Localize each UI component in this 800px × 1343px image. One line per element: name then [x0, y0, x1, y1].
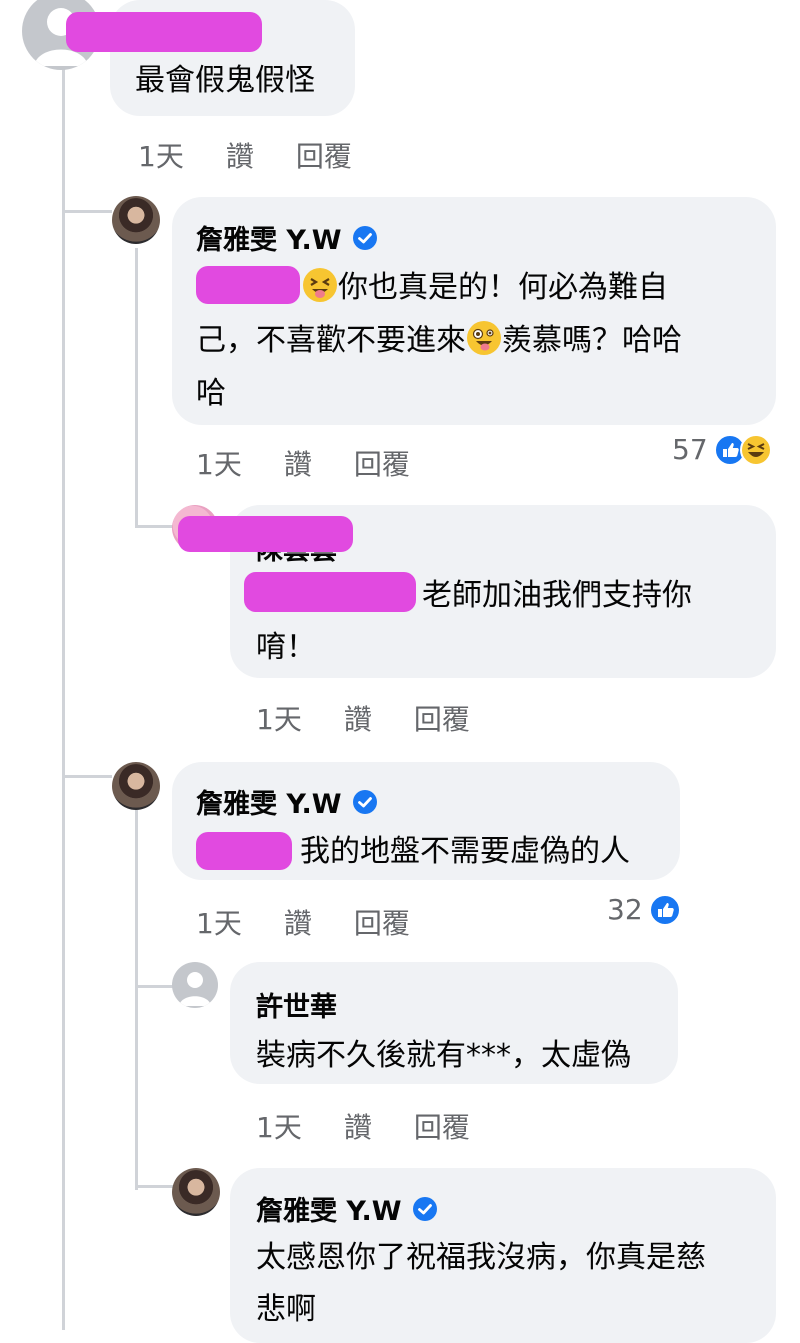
reply-button[interactable]: 回覆: [414, 1106, 470, 1146]
comment-author[interactable]: 詹雅雯 Y.W: [256, 1189, 438, 1228]
redaction-mark: [196, 832, 292, 870]
thread-branch-c3: [135, 525, 175, 528]
comment-text: 最會假鬼假怪: [135, 63, 315, 98]
timestamp[interactable]: 1天: [196, 443, 242, 483]
person-icon: [179, 972, 211, 1006]
zany-face-emoji-icon: [467, 321, 501, 355]
timestamp[interactable]: 1天: [138, 135, 184, 175]
like-reaction-icon: [648, 893, 681, 926]
like-button[interactable]: 讚: [284, 902, 312, 942]
reaction-summary[interactable]: 57: [672, 433, 772, 466]
comment-text-line: 己，不喜歡不要進來 羨慕嗎？哈哈: [196, 315, 682, 367]
reaction-count: 32: [607, 893, 643, 926]
like-button[interactable]: 讚: [344, 698, 372, 738]
timestamp[interactable]: 1天: [256, 1106, 302, 1146]
avatar[interactable]: [112, 196, 160, 244]
comment-meta: 1天 讚 回覆: [256, 698, 470, 738]
redaction-mark: [244, 572, 416, 612]
thread-line-main: [62, 60, 65, 1330]
redaction-mark: [66, 12, 262, 52]
verified-badge-icon: [352, 789, 377, 814]
thread-line-c2: [135, 248, 138, 528]
avatar[interactable]: [112, 762, 160, 810]
comment-author[interactable]: 詹雅雯 Y.W: [196, 782, 378, 821]
reaction-summary[interactable]: 32: [607, 893, 681, 926]
squinting-tongue-emoji-icon: [303, 268, 337, 302]
like-button[interactable]: 讚: [344, 1106, 372, 1146]
verified-badge-icon: [352, 225, 377, 250]
reaction-count: 57: [672, 433, 708, 466]
haha-reaction-icon: [739, 433, 772, 466]
comment-text-line: 你也真是的！何必為難自: [302, 262, 668, 314]
timestamp[interactable]: 1天: [196, 902, 242, 942]
reply-button[interactable]: 回覆: [296, 135, 352, 175]
redaction-mark: [178, 516, 353, 552]
thread-branch-c4: [62, 775, 112, 778]
comment-text-line: 老師加油我們支持你: [422, 578, 692, 613]
comment-text-line: 悲啊: [256, 1292, 316, 1327]
comment-meta: 1天 讚 回覆: [196, 443, 410, 483]
redaction-mark: [196, 266, 300, 304]
comment-text-line: 裝病不久後就有***，太虛偽: [256, 1038, 631, 1073]
reply-button[interactable]: 回覆: [354, 443, 410, 483]
like-button[interactable]: 讚: [226, 135, 254, 175]
thread-branch-c6: [135, 1185, 175, 1188]
comment-author[interactable]: 詹雅雯 Y.W: [196, 218, 378, 257]
thread-line-c4: [135, 810, 138, 1190]
timestamp[interactable]: 1天: [256, 698, 302, 738]
comment-text-line: 唷！: [256, 630, 316, 665]
thread-branch-c5: [135, 985, 175, 988]
avatar[interactable]: [172, 962, 218, 1008]
thread-branch-c2: [62, 210, 112, 213]
comment-meta: 1天 讚 回覆: [138, 135, 352, 175]
like-button[interactable]: 讚: [284, 443, 312, 483]
reply-button[interactable]: 回覆: [354, 902, 410, 942]
comment-meta: 1天 讚 回覆: [196, 902, 410, 942]
comment-author[interactable]: 許世華: [256, 985, 337, 1024]
verified-badge-icon: [412, 1196, 437, 1221]
comment-text-line: 哈: [196, 376, 226, 411]
comment-text-line: 太感恩你了祝福我沒病，你真是慈: [256, 1240, 706, 1275]
comment-text-line: 我的地盤不需要虛偽的人: [300, 834, 630, 869]
reply-button[interactable]: 回覆: [414, 698, 470, 738]
comment-meta: 1天 讚 回覆: [256, 1106, 470, 1146]
avatar[interactable]: [172, 1168, 220, 1216]
